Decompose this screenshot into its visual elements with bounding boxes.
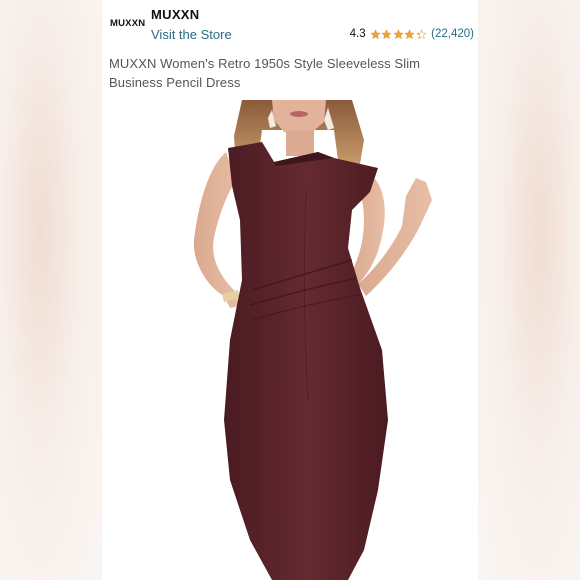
product-image[interactable] [102, 100, 478, 580]
blurred-background-left [0, 0, 102, 580]
brand-header: MUXXN MUXXN Visit the Store 4.3 (22,420) [102, 0, 478, 50]
star-icon [404, 28, 415, 39]
brand-name[interactable]: MUXXN [151, 7, 199, 22]
product-card: MUXXN MUXXN Visit the Store 4.3 (22,420)… [102, 0, 478, 580]
model-lips [290, 111, 308, 117]
model-neck [286, 130, 314, 156]
rating-count-link[interactable]: (22,420) [431, 28, 474, 40]
partial-star-icon [416, 28, 427, 39]
star-icon [381, 28, 392, 39]
brand-logo[interactable]: MUXXN [110, 18, 145, 29]
blurred-background-right [478, 0, 580, 580]
star-icon [393, 28, 404, 39]
product-title[interactable]: MUXXN Women's Retro 1950s Style Sleevele… [109, 54, 469, 92]
star-icon [370, 28, 381, 39]
star-rating[interactable] [370, 28, 428, 40]
rating-summary[interactable]: 4.3 (22,420) [350, 28, 474, 40]
rating-value: 4.3 [349, 28, 366, 40]
visit-store-link[interactable]: Visit the Store [151, 27, 232, 42]
